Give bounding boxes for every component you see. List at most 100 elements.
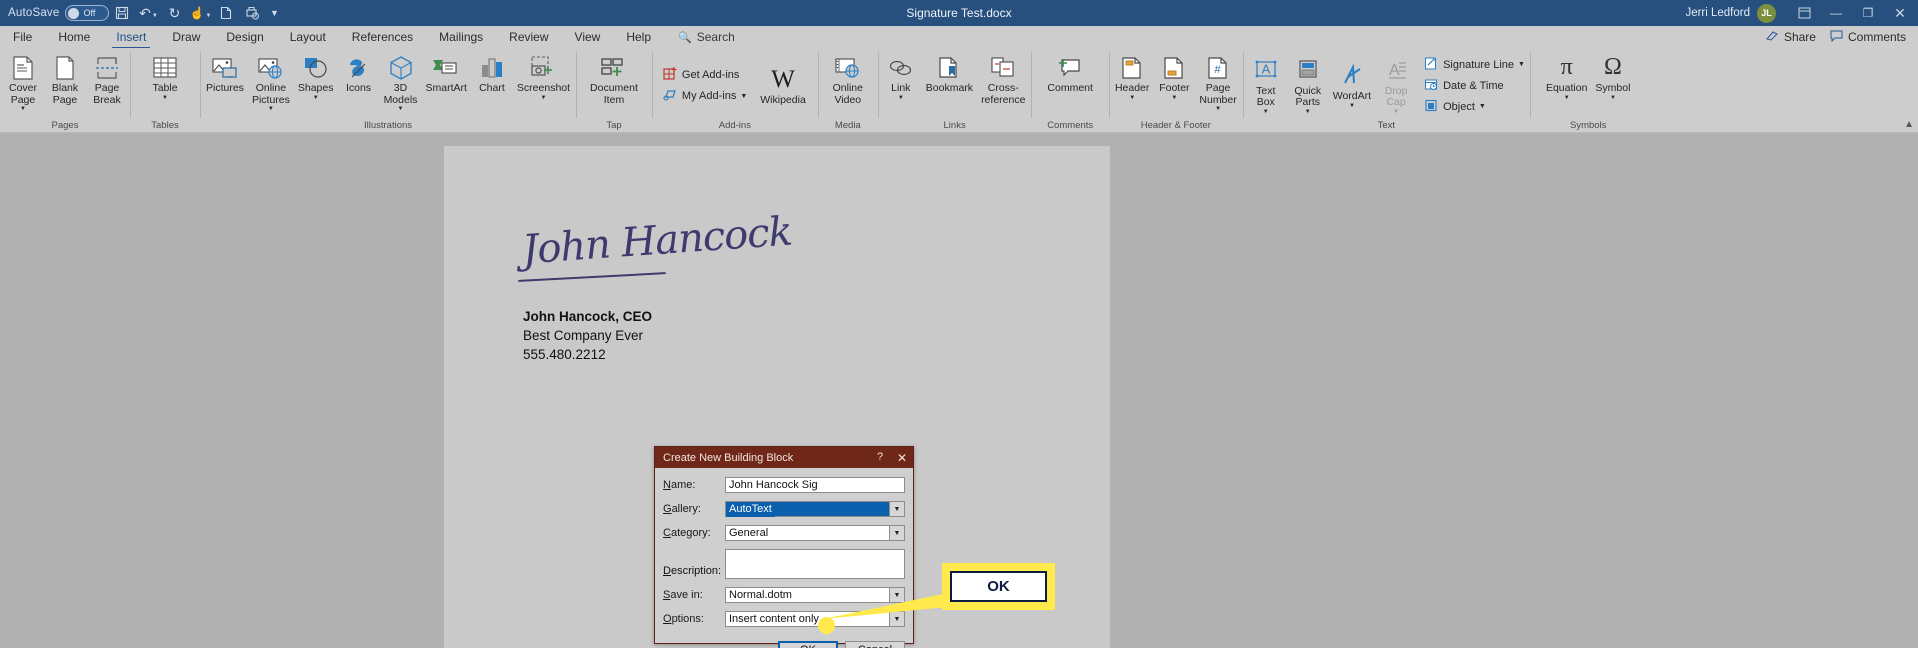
signature-underline — [518, 272, 666, 282]
autosave-toggle[interactable]: Off — [65, 5, 110, 21]
chevron-down-icon[interactable]: ▼ — [398, 106, 404, 113]
quick-parts-button[interactable]: Quick Parts ▼ — [1287, 54, 1329, 116]
chart-button[interactable]: Chart — [471, 51, 513, 95]
chevron-down-icon[interactable]: ▼ — [1518, 61, 1525, 68]
category-combobox[interactable]: General ▼ — [725, 525, 905, 541]
save-icon[interactable] — [109, 2, 135, 24]
text-box-button[interactable]: A Text Box ▼ — [1245, 54, 1287, 116]
search-input[interactable]: 🔍 Search — [664, 30, 735, 44]
chevron-down-icon[interactable]: ▼ — [889, 525, 905, 541]
comment-button[interactable]: Comment — [1043, 51, 1097, 95]
category-value[interactable]: General — [725, 525, 889, 541]
text-box-label: Text Box — [1256, 84, 1276, 108]
chevron-down-icon[interactable]: ▼ — [268, 106, 274, 113]
tab-design[interactable]: Design — [213, 26, 276, 48]
chevron-down-icon[interactable]: ▼ — [20, 106, 26, 113]
screenshot-button[interactable]: Screenshot ▼ — [513, 51, 574, 102]
chevron-down-icon[interactable]: ▼ — [889, 611, 905, 627]
chevron-down-icon[interactable]: ▼ — [313, 95, 319, 102]
chevron-down-icon[interactable]: ▼ — [1263, 109, 1269, 116]
chevron-down-icon[interactable]: ▼ — [1564, 95, 1570, 102]
help-button[interactable]: ? — [869, 451, 891, 465]
save-in-value[interactable]: Normal.dotm — [725, 587, 889, 603]
chevron-down-icon[interactable]: ▼ — [889, 501, 905, 517]
page-break-button[interactable]: Page Break — [86, 51, 128, 106]
tab-help[interactable]: Help — [613, 26, 664, 48]
tab-file[interactable]: File — [0, 26, 45, 48]
gallery-value[interactable]: AutoText — [725, 501, 889, 517]
ribbon-display-options-button[interactable] — [1788, 0, 1820, 26]
signature-line-button[interactable]: Signature Line ▼ — [1421, 54, 1528, 75]
shapes-button[interactable]: Shapes ▼ — [294, 51, 338, 102]
gallery-value-text: AutoText — [726, 502, 775, 517]
cover-page-button[interactable]: Cover Page ▼ — [2, 51, 44, 113]
tab-references[interactable]: References — [339, 26, 426, 48]
minimize-button[interactable]: — — [1820, 0, 1852, 26]
options-combobox[interactable]: Insert content only ▼ — [725, 611, 905, 627]
smartart-button[interactable]: SmartArt — [422, 51, 471, 95]
tab-home[interactable]: Home — [45, 26, 103, 48]
avatar[interactable]: JL — [1757, 3, 1776, 23]
description-input[interactable] — [725, 549, 905, 579]
3d-models-button[interactable]: 3D Models ▼ — [380, 51, 422, 113]
chevron-down-icon[interactable]: ▼ — [1479, 103, 1486, 110]
chevron-down-icon[interactable]: ▼ — [1610, 95, 1616, 102]
tab-layout[interactable]: Layout — [277, 26, 339, 48]
print-preview-icon[interactable] — [239, 2, 265, 24]
wordart-button[interactable]: WordArt ▼ — [1329, 59, 1375, 110]
chevron-down-icon[interactable]: ▼ — [1349, 103, 1355, 110]
customize-qat-icon[interactable]: ▼ — [265, 2, 283, 24]
close-button[interactable]: ✕ — [1884, 0, 1916, 26]
redo-icon[interactable]: ↻ — [161, 2, 187, 24]
icons-button[interactable]: Icons — [338, 51, 380, 95]
my-addins-button[interactable]: My Add-ins ▼ — [660, 86, 750, 107]
table-button[interactable]: Table ▼ — [144, 51, 186, 102]
collapse-ribbon-button[interactable]: ▲ — [1904, 119, 1914, 130]
tab-mailings[interactable]: Mailings — [426, 26, 496, 48]
blank-page-button[interactable]: Blank Page — [44, 51, 86, 106]
dialog-cancel-button[interactable]: Cancel — [845, 641, 905, 648]
dialog-close-button[interactable]: ✕ — [891, 451, 913, 465]
chevron-down-icon[interactable]: ▼ — [1215, 106, 1221, 113]
symbol-button[interactable]: Ω Symbol ▼ — [1591, 51, 1634, 102]
tab-view[interactable]: View — [562, 26, 614, 48]
chevron-down-icon[interactable]: ▼ — [1305, 109, 1311, 116]
online-pictures-button[interactable]: Online Pictures ▼ — [248, 51, 294, 113]
name-input[interactable]: John Hancock Sig — [725, 477, 905, 493]
tab-review[interactable]: Review — [496, 26, 561, 48]
date-time-button[interactable]: Date & Time — [1421, 75, 1528, 96]
new-document-icon[interactable] — [213, 2, 239, 24]
chevron-down-icon[interactable]: ▼ — [162, 95, 168, 102]
tab-draw[interactable]: Draw — [159, 26, 213, 48]
options-value[interactable]: Insert content only — [725, 611, 889, 627]
object-button[interactable]: Object ▼ — [1421, 96, 1528, 117]
chevron-down-icon[interactable]: ▼ — [541, 95, 547, 102]
link-button[interactable]: Link ▼ — [880, 51, 922, 102]
chevron-down-icon[interactable]: ▼ — [898, 95, 904, 102]
dialog-ok-button[interactable]: OK — [778, 641, 838, 648]
undo-icon[interactable]: ↶ ▼ — [135, 2, 161, 24]
get-addins-button[interactable]: Get Add-ins — [660, 65, 750, 86]
bookmark-button[interactable]: Bookmark — [922, 51, 977, 95]
chevron-down-icon[interactable]: ▼ — [740, 93, 747, 100]
share-button[interactable]: Share — [1766, 30, 1816, 45]
restore-button[interactable]: ❐ — [1852, 0, 1884, 26]
tab-insert[interactable]: Insert — [103, 26, 159, 49]
equation-button[interactable]: π Equation ▼ — [1542, 51, 1591, 102]
comments-button[interactable]: Comments — [1830, 30, 1906, 45]
cross-reference-button[interactable]: Cross- reference — [977, 51, 1029, 106]
pictures-button[interactable]: Pictures — [202, 51, 248, 95]
chevron-down-icon[interactable]: ▼ — [1129, 95, 1135, 102]
chevron-down-icon[interactable]: ▼ — [1171, 95, 1177, 102]
header-button[interactable]: Header ▼ — [1111, 51, 1153, 102]
wikipedia-button[interactable]: W Wikipedia — [756, 63, 810, 107]
document-line-1: John Hancock, CEO — [523, 309, 653, 324]
footer-button[interactable]: Footer ▼ — [1153, 51, 1195, 102]
page-number-button[interactable]: # Page Number ▼ — [1195, 51, 1240, 113]
save-in-combobox[interactable]: Normal.dotm ▼ — [725, 587, 905, 603]
chevron-down-icon[interactable]: ▼ — [889, 587, 905, 603]
document-item-button[interactable]: Document Item — [586, 51, 642, 106]
gallery-combobox[interactable]: AutoText ▼ — [725, 501, 905, 517]
online-video-button[interactable]: Online Video — [827, 51, 869, 106]
touch-mode-icon[interactable]: ☝ ▼ — [187, 2, 213, 24]
